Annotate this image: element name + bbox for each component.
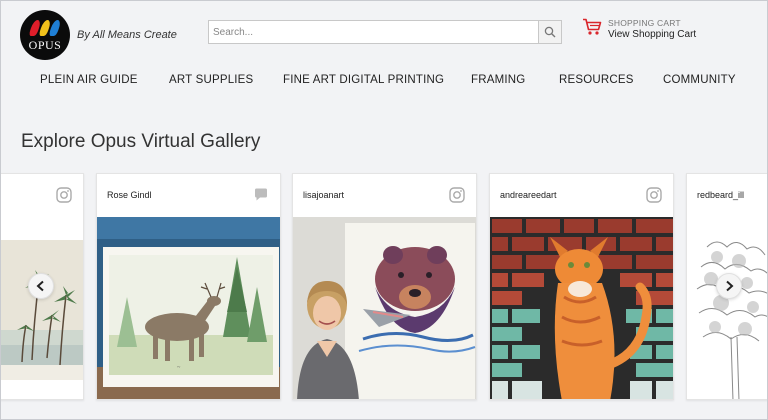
chevron-right-icon [726,280,734,292]
nav-resources[interactable]: RESOURCES [559,74,634,86]
gallery-image [490,217,673,399]
page-title: Explore Opus Virtual Gallery [21,131,261,152]
opus-logo[interactable]: OPUS [20,10,70,60]
card-username[interactable]: lisajoanart [303,190,344,200]
gallery-image [687,217,767,399]
instagram-icon [56,187,72,203]
gallery-image: ~ [97,217,280,399]
nav-art-supplies[interactable]: ART SUPPLIES [169,74,253,86]
gallery-prev-button[interactable] [28,273,54,299]
gallery-next-button[interactable] [716,273,742,299]
nav-fine-art-digital-printing[interactable]: FINE ART DIGITAL PRINTING [283,74,444,86]
cart-label: SHOPPING CART [608,18,681,28]
gallery-card[interactable]: lisajoanart [292,173,477,400]
shopping-cart-icon [583,18,602,35]
gallery-card[interactable]: Rose Gindl ~ [96,173,281,400]
search-button[interactable] [538,21,561,43]
card-username[interactable]: Rose Gindl [107,190,152,200]
page-frame: OPUS By All Means Create SHOPPING CART V… [0,0,768,420]
search-icon [544,26,556,38]
nav-plein-air-guide[interactable]: PLEIN AIR GUIDE [40,74,138,86]
search-input[interactable] [209,21,539,43]
nav-framing[interactable]: FRAMING [471,74,525,86]
nav-community[interactable]: COMMUNITY [663,74,736,86]
tagline: By All Means Create [77,29,177,41]
card-username[interactable]: redbeard_ill [697,190,744,200]
chevron-left-icon [36,280,44,292]
instagram-icon [646,187,662,203]
feather-icon [28,20,62,36]
shopping-cart[interactable]: SHOPPING CART View Shopping Cart [582,18,696,40]
search-bar [208,20,562,44]
gallery-image [1,240,83,380]
gallery-card[interactable]: andreareedart [489,173,674,400]
view-cart-link[interactable]: View Shopping Cart [608,29,696,40]
card-username[interactable]: andreareedart [500,190,557,200]
logo-text: OPUS [28,38,62,52]
main-nav: PLEIN AIR GUIDE ART SUPPLIES FINE ART DI… [1,74,767,90]
gallery-image [293,217,476,399]
instagram-icon [449,187,465,203]
comment-icon [255,188,267,201]
